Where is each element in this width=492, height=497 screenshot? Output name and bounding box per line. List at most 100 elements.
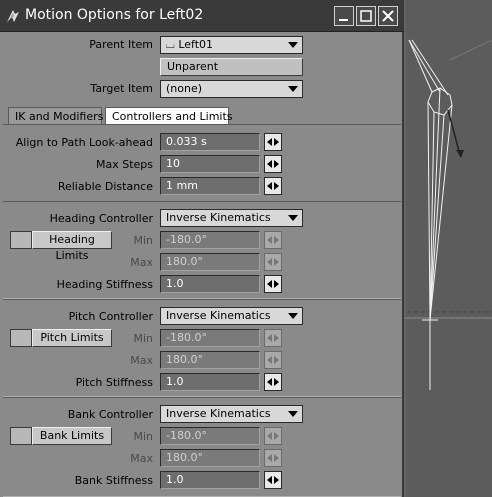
- left-arrow-icon: [267, 280, 272, 288]
- right-arrow-icon: [274, 334, 279, 342]
- envelope-button[interactable]: [264, 155, 282, 173]
- align-lookahead-field[interactable]: 0.033 s: [160, 133, 260, 151]
- pitch-stiffness-field[interactable]: 1.0: [160, 373, 260, 391]
- heading-controller-value: Inverse Kinematics: [166, 211, 271, 224]
- left-arrow-icon: [267, 476, 272, 484]
- right-arrow-icon: [274, 160, 279, 168]
- bank-controller-label: Bank Controller: [67, 408, 153, 421]
- right-arrow-icon: [274, 258, 279, 266]
- left-arrow-icon: [267, 378, 272, 386]
- heading-controller-label: Heading Controller: [49, 212, 153, 225]
- left-arrow-icon: [267, 454, 272, 462]
- motion-options-dialog: Motion Options for Left02 Parent Item ⌴ …: [0, 0, 404, 497]
- parent-item-value: Left01: [178, 38, 214, 51]
- heading-stiffness-field[interactable]: 1.0: [160, 275, 260, 293]
- envelope-button[interactable]: [264, 275, 282, 293]
- pitch-controller-label: Pitch Controller: [68, 310, 153, 323]
- close-icon: [382, 10, 394, 22]
- envelope-button[interactable]: [264, 133, 282, 151]
- target-item-value: (none): [166, 82, 203, 95]
- left-arrow-icon: [267, 258, 272, 266]
- bank-controller-value: Inverse Kinematics: [166, 407, 271, 420]
- right-arrow-icon: [274, 280, 279, 288]
- envelope-button[interactable]: [264, 449, 282, 467]
- heading-limits-checkbox[interactable]: [10, 231, 32, 249]
- pitch-max-label: Max: [130, 354, 153, 367]
- envelope-button[interactable]: [264, 351, 282, 369]
- target-item-label: Target Item: [90, 82, 153, 95]
- close-button[interactable]: [378, 6, 398, 26]
- right-arrow-icon: [274, 356, 279, 364]
- bank-min-label: Min: [133, 430, 153, 443]
- pitch-max-field[interactable]: 180.0°: [160, 351, 260, 369]
- minimize-icon: [339, 19, 348, 21]
- bank-min-field[interactable]: -180.0°: [160, 427, 260, 445]
- max-steps-field[interactable]: 10: [160, 155, 260, 173]
- right-arrow-icon: [274, 182, 279, 190]
- parent-item-label: Parent Item: [89, 38, 153, 51]
- envelope-button[interactable]: [264, 231, 282, 249]
- right-arrow-icon: [274, 454, 279, 462]
- heading-min-field[interactable]: -180.0°: [160, 231, 260, 249]
- tab-ik-and-modifiers[interactable]: IK and Modifiers: [8, 107, 103, 125]
- bone-icon: ⌴: [166, 38, 175, 51]
- envelope-button[interactable]: [264, 329, 282, 347]
- bank-limits-button[interactable]: Bank Limits: [32, 427, 112, 445]
- pitch-controller-dropdown[interactable]: Inverse Kinematics: [160, 307, 303, 325]
- heading-min-label: Min: [133, 234, 153, 247]
- chevron-down-icon: [288, 411, 298, 417]
- heading-max-field[interactable]: 180.0°: [160, 253, 260, 271]
- left-arrow-icon: [267, 334, 272, 342]
- right-arrow-icon: [274, 378, 279, 386]
- tab-controllers-and-limits[interactable]: Controllers and Limits: [105, 107, 233, 125]
- heading-limits-button[interactable]: Heading Limits: [32, 231, 112, 262]
- left-arrow-icon: [267, 138, 272, 146]
- pitch-limits-button[interactable]: Pitch Limits: [32, 329, 112, 347]
- max-steps-label: Max Steps: [95, 158, 153, 171]
- bank-limits-checkbox[interactable]: [10, 427, 32, 445]
- bank-stiffness-label: Bank Stiffness: [74, 474, 153, 487]
- right-arrow-icon: [274, 476, 279, 484]
- align-lookahead-label: Align to Path Look-ahead: [15, 136, 153, 149]
- scene-viewport[interactable]: [400, 0, 492, 497]
- target-item-dropdown[interactable]: (none): [160, 80, 303, 98]
- bone-wireframe: [400, 0, 492, 497]
- window-title: Motion Options for Left02: [25, 7, 204, 23]
- chevron-down-icon: [288, 42, 298, 48]
- pitch-limits-checkbox[interactable]: [10, 329, 32, 347]
- left-arrow-icon: [267, 160, 272, 168]
- bank-controller-dropdown[interactable]: Inverse Kinematics: [160, 405, 303, 423]
- envelope-button[interactable]: [264, 253, 282, 271]
- heading-controller-dropdown[interactable]: Inverse Kinematics: [160, 209, 303, 227]
- right-arrow-icon: [274, 432, 279, 440]
- pitch-stiffness-label: Pitch Stiffness: [75, 376, 153, 389]
- bank-max-field[interactable]: 180.0°: [160, 449, 260, 467]
- bank-max-label: Max: [130, 452, 153, 465]
- envelope-button[interactable]: [264, 177, 282, 195]
- minimize-button[interactable]: [334, 6, 354, 26]
- left-arrow-icon: [267, 432, 272, 440]
- unparent-button[interactable]: Unparent: [160, 58, 303, 76]
- heading-max-label: Max: [130, 256, 153, 269]
- pitch-min-field[interactable]: -180.0°: [160, 329, 260, 347]
- pitch-controller-value: Inverse Kinematics: [166, 309, 271, 322]
- heading-stiffness-label: Heading Stiffness: [56, 278, 153, 291]
- maximize-button[interactable]: [356, 6, 376, 26]
- envelope-button[interactable]: [264, 373, 282, 391]
- chevron-down-icon: [288, 313, 298, 319]
- title-bar[interactable]: Motion Options for Left02: [0, 0, 404, 32]
- right-arrow-icon: [274, 236, 279, 244]
- lightwave-motion-icon: [5, 8, 21, 24]
- envelope-button[interactable]: [264, 471, 282, 489]
- left-arrow-icon: [267, 182, 272, 190]
- pitch-min-label: Min: [133, 332, 153, 345]
- left-arrow-icon: [267, 356, 272, 364]
- maximize-icon: [360, 10, 372, 22]
- right-arrow-icon: [274, 138, 279, 146]
- envelope-button[interactable]: [264, 427, 282, 445]
- bank-stiffness-field[interactable]: 1.0: [160, 471, 260, 489]
- parent-item-dropdown[interactable]: ⌴ Left01: [160, 36, 303, 54]
- left-arrow-icon: [267, 236, 272, 244]
- reliable-distance-field[interactable]: 1 mm: [160, 177, 260, 195]
- chevron-down-icon: [288, 215, 298, 221]
